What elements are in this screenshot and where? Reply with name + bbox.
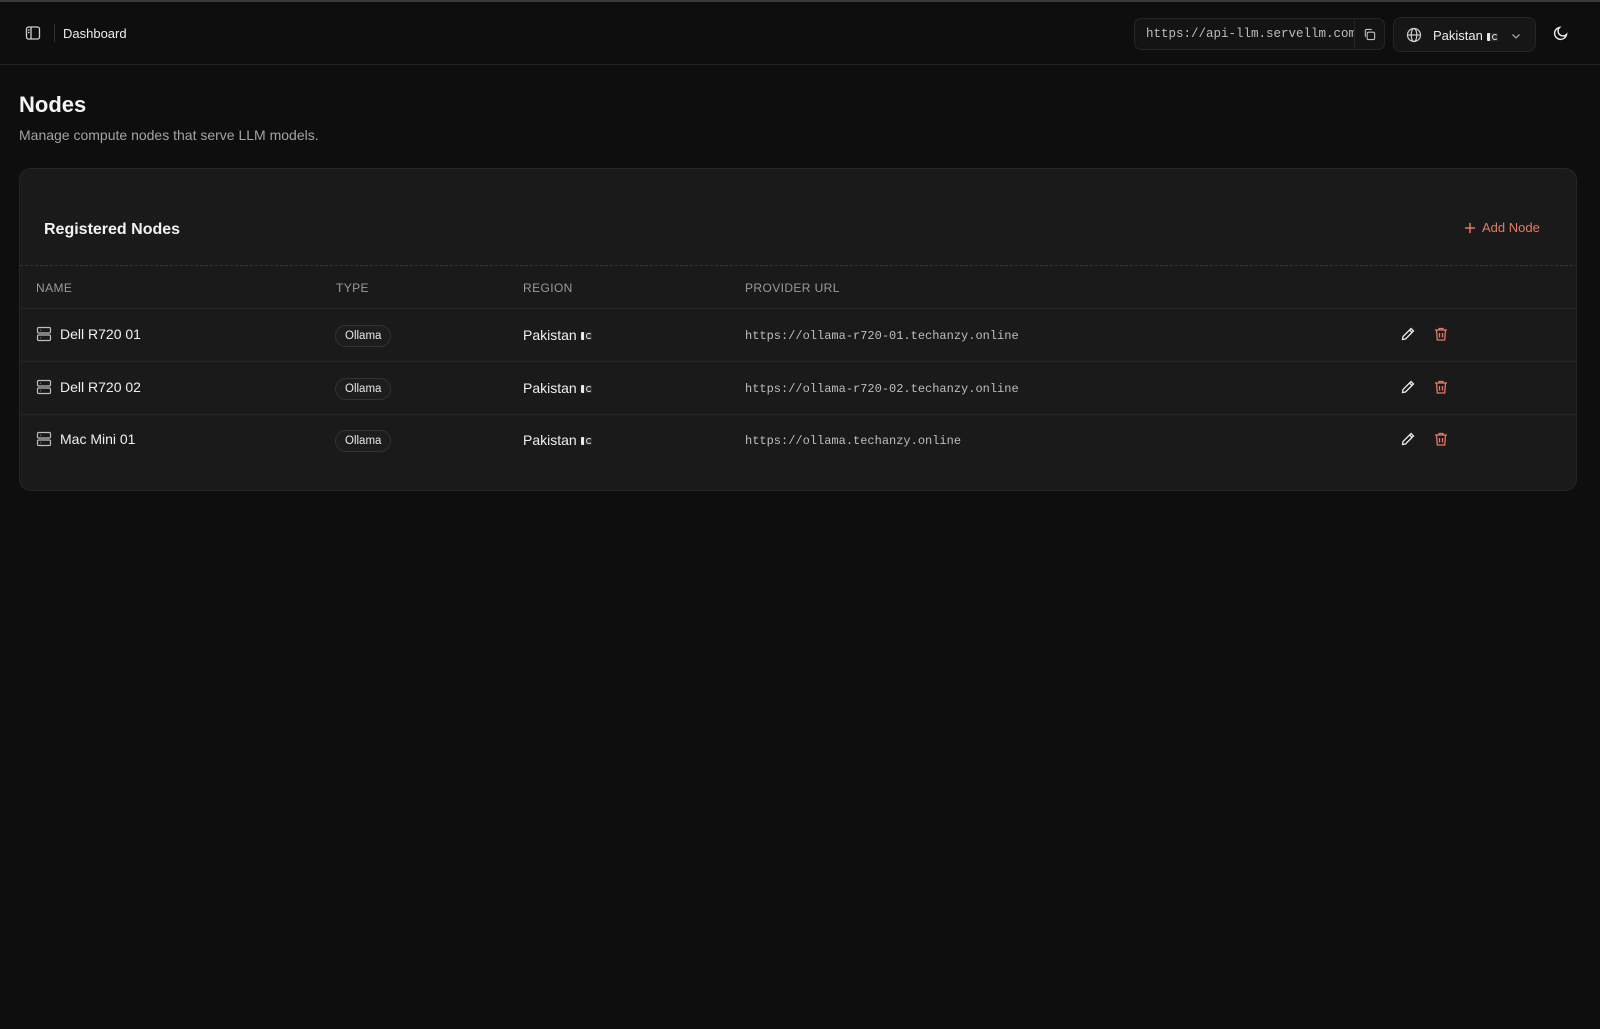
globe-icon	[1406, 27, 1422, 48]
node-region: Pakistan	[523, 380, 592, 396]
delete-node-trash-icon[interactable]	[1433, 379, 1449, 395]
pakistan-flag-icon	[580, 332, 592, 341]
node-region: Pakistan	[523, 327, 592, 343]
type-badge: Ollama	[335, 430, 392, 452]
edit-node-pencil-icon[interactable]	[1400, 326, 1416, 342]
node-name: Dell R720 01	[60, 326, 141, 342]
registered-nodes-card: Registered Nodes Add Node NAME TYPE REGI…	[19, 168, 1577, 491]
delete-node-trash-icon[interactable]	[1433, 326, 1449, 342]
add-node-button[interactable]: Add Node	[1464, 220, 1540, 235]
theme-toggle-moon-icon[interactable]	[1550, 22, 1572, 44]
chevron-down-icon	[1510, 29, 1522, 47]
add-node-label: Add Node	[1482, 220, 1540, 235]
table-row: Dell R720 01 Ollama Pakistan https://oll…	[20, 310, 1576, 362]
region-select-label: Pakistan	[1433, 28, 1498, 43]
table-header: NAME TYPE REGION PROVIDER URL	[20, 265, 1576, 309]
node-name: Dell R720 02	[60, 379, 141, 395]
node-provider-url: https://ollama.techanzy.online	[745, 434, 962, 448]
column-header-provider-url: PROVIDER URL	[745, 281, 840, 295]
card-title: Registered Nodes	[44, 221, 181, 238]
top-header: Dashboard https://api-llm.servellm.com P…	[0, 2, 1600, 65]
type-badge: Ollama	[335, 325, 392, 347]
type-badge: Ollama	[335, 378, 392, 400]
plus-icon	[1465, 222, 1475, 233]
breadcrumb[interactable]: Dashboard	[63, 26, 127, 41]
header-divider	[54, 24, 55, 42]
node-provider-url: https://ollama-r720-01.techanzy.online	[745, 329, 1019, 343]
copy-icon	[1364, 28, 1376, 40]
column-header-type: TYPE	[336, 281, 369, 295]
node-name-cell: Mac Mini 01	[36, 431, 135, 447]
node-region: Pakistan	[523, 432, 592, 448]
edit-node-pencil-icon[interactable]	[1400, 379, 1416, 395]
region-select[interactable]: Pakistan	[1393, 17, 1536, 52]
server-icon	[36, 431, 52, 447]
pakistan-flag-icon	[580, 437, 592, 446]
table-row: Dell R720 02 Ollama Pakistan https://oll…	[20, 363, 1576, 415]
delete-node-trash-icon[interactable]	[1433, 431, 1449, 447]
node-provider-url: https://ollama-r720-02.techanzy.online	[745, 382, 1019, 396]
page-title: Nodes	[19, 92, 87, 117]
server-icon	[36, 326, 52, 342]
server-icon	[36, 379, 52, 395]
api-url-text: https://api-llm.servellm.com	[1146, 27, 1355, 41]
api-url-box: https://api-llm.servellm.com	[1134, 18, 1385, 50]
column-header-region: REGION	[523, 281, 573, 295]
pakistan-flag-icon	[580, 385, 592, 394]
edit-node-pencil-icon[interactable]	[1400, 431, 1416, 447]
table-row: Mac Mini 01 Ollama Pakistan https://olla…	[20, 415, 1576, 467]
node-name: Mac Mini 01	[60, 431, 136, 447]
column-header-name: NAME	[36, 281, 73, 295]
copy-url-button[interactable]	[1354, 19, 1384, 49]
node-name-cell: Dell R720 02	[36, 379, 141, 395]
pakistan-flag-icon	[1486, 32, 1498, 41]
sidebar-toggle-icon[interactable]	[22, 22, 44, 44]
node-name-cell: Dell R720 01	[36, 326, 141, 342]
page-subtitle: Manage compute nodes that serve LLM mode…	[19, 127, 319, 143]
